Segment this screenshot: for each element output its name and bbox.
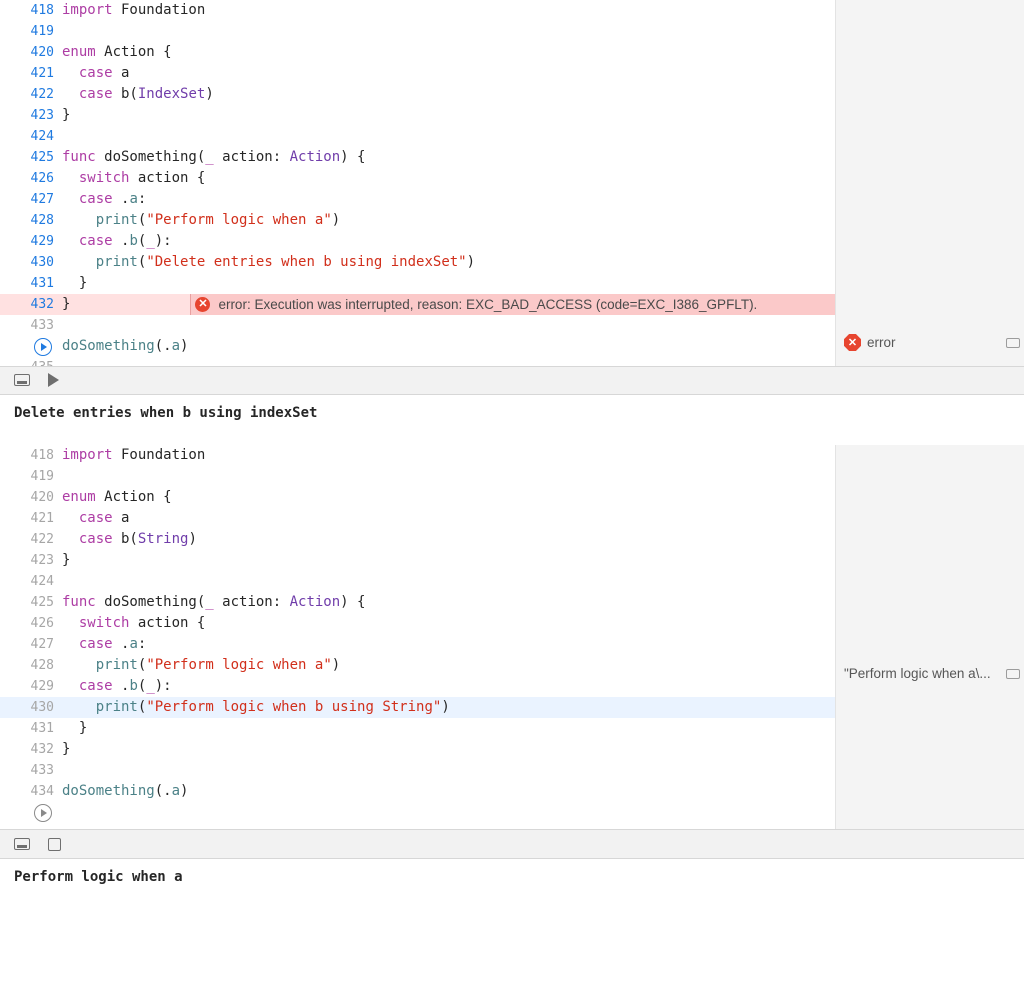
line-number: 421: [0, 508, 62, 529]
code-line[interactable]: 421 case a: [0, 63, 835, 84]
code-line[interactable]: 429 case .b(_):: [0, 231, 835, 252]
editor-wrap-1: 418import Foundation419420enum Action {4…: [0, 0, 1024, 366]
error-icon: ✕: [844, 334, 861, 351]
code-editor-2[interactable]: 418import Foundation419420enum Action {4…: [0, 445, 835, 829]
console-output-1[interactable]: Delete entries when b using indexSet: [0, 395, 1024, 445]
code-line[interactable]: doSomething(.a): [0, 336, 835, 357]
line-number: 432: [0, 739, 62, 760]
line-number: 430: [0, 252, 62, 273]
line-number: 429: [0, 231, 62, 252]
code-line[interactable]: 430 print("Perform logic when b using St…: [0, 697, 835, 718]
line-number: 426: [0, 168, 62, 189]
code-line[interactable]: 421 case a: [0, 508, 835, 529]
sidebar-error-row[interactable]: ✕ error: [844, 332, 1020, 353]
line-number: 432: [0, 294, 62, 315]
console-output-2[interactable]: Perform logic when a: [0, 859, 1024, 909]
code-line[interactable]: 420enum Action {: [0, 487, 835, 508]
code-line[interactable]: 424: [0, 126, 835, 147]
code-line[interactable]: 433: [0, 315, 835, 336]
line-number: 433: [0, 760, 62, 781]
line-number: 428: [0, 210, 62, 231]
run-line-icon[interactable]: [34, 804, 52, 822]
code-line[interactable]: 418import Foundation: [0, 445, 835, 466]
code-line[interactable]: 427 case .a:: [0, 189, 835, 210]
code-line[interactable]: 420enum Action {: [0, 42, 835, 63]
line-number: 424: [0, 571, 62, 592]
code-line[interactable]: 434doSomething(.a): [0, 781, 835, 802]
toggle-debug-area-icon[interactable]: [14, 374, 30, 386]
code-line[interactable]: 419: [0, 21, 835, 42]
code-line[interactable]: 429 case .b(_):: [0, 676, 835, 697]
code-line[interactable]: 435: [0, 357, 835, 366]
code-line[interactable]: 423}: [0, 550, 835, 571]
toggle-debug-area-icon[interactable]: [14, 838, 30, 850]
line-number: 422: [0, 84, 62, 105]
code-line[interactable]: 431 }: [0, 273, 835, 294]
line-number: 428: [0, 655, 62, 676]
line-number: 423: [0, 105, 62, 126]
code-line[interactable]: 431 }: [0, 718, 835, 739]
code-line[interactable]: 426 switch action {: [0, 613, 835, 634]
line-number: 421: [0, 63, 62, 84]
results-sidebar-1: ✕ error: [835, 0, 1024, 366]
line-number: 430: [0, 697, 62, 718]
sidebar-result-text: "Perform logic when a\...: [844, 666, 991, 681]
stop-icon[interactable]: [48, 838, 61, 851]
quicklook-icon[interactable]: [1006, 338, 1020, 348]
line-number: 419: [0, 466, 62, 487]
code-line[interactable]: [0, 802, 835, 823]
quicklook-icon[interactable]: [1006, 669, 1020, 679]
line-number: 431: [0, 718, 62, 739]
code-line[interactable]: 433: [0, 760, 835, 781]
code-line[interactable]: 426 switch action {: [0, 168, 835, 189]
code-line[interactable]: 427 case .a:: [0, 634, 835, 655]
line-number: 420: [0, 42, 62, 63]
error-icon: ✕: [195, 297, 210, 312]
line-number: 423: [0, 550, 62, 571]
code-line[interactable]: 423}: [0, 105, 835, 126]
line-number: 427: [0, 634, 62, 655]
code-line[interactable]: 432}✕error: Execution was interrupted, r…: [0, 294, 835, 315]
line-number: 425: [0, 147, 62, 168]
line-number: 419: [0, 21, 62, 42]
run-line-icon[interactable]: [34, 338, 52, 356]
playground-panel-2: 418import Foundation419420enum Action {4…: [0, 445, 1024, 909]
code-line[interactable]: 432}: [0, 739, 835, 760]
line-number: 420: [0, 487, 62, 508]
results-sidebar-2: "Perform logic when a\...: [835, 445, 1024, 829]
code-line[interactable]: 419: [0, 466, 835, 487]
line-number: 425: [0, 592, 62, 613]
line-number: 418: [0, 445, 62, 466]
inline-error-banner[interactable]: ✕ error: Execution was interrupted, reaso…: [190, 294, 835, 315]
sidebar-result-row[interactable]: "Perform logic when a\...: [844, 663, 1020, 684]
code-line[interactable]: 428 print("Perform logic when a"): [0, 655, 835, 676]
code-line[interactable]: 422 case b(IndexSet): [0, 84, 835, 105]
line-number: 429: [0, 676, 62, 697]
line-number: 424: [0, 126, 62, 147]
line-number: 422: [0, 529, 62, 550]
line-number: 434: [0, 781, 62, 802]
line-number: 427: [0, 189, 62, 210]
line-number: 426: [0, 613, 62, 634]
inline-error-text: error: Execution was interrupted, reason…: [218, 294, 757, 315]
line-number: 435: [0, 357, 62, 366]
code-line[interactable]: 418import Foundation: [0, 0, 835, 21]
code-line[interactable]: 424: [0, 571, 835, 592]
line-number: 418: [0, 0, 62, 21]
code-line[interactable]: 428 print("Perform logic when a"): [0, 210, 835, 231]
debug-toolbar-1: [0, 366, 1024, 395]
code-editor-1[interactable]: 418import Foundation419420enum Action {4…: [0, 0, 835, 366]
debug-toolbar-2: [0, 829, 1024, 859]
code-line[interactable]: 422 case b(String): [0, 529, 835, 550]
code-line[interactable]: 430 print("Delete entries when b using i…: [0, 252, 835, 273]
code-line[interactable]: 425func doSomething(_ action: Action) {: [0, 592, 835, 613]
editor-wrap-2: 418import Foundation419420enum Action {4…: [0, 445, 1024, 829]
line-number: 433: [0, 315, 62, 336]
line-number: 431: [0, 273, 62, 294]
run-icon[interactable]: [48, 373, 59, 387]
code-line[interactable]: 425func doSomething(_ action: Action) {: [0, 147, 835, 168]
sidebar-error-label: error: [867, 335, 896, 350]
playground-panel-1: 418import Foundation419420enum Action {4…: [0, 0, 1024, 445]
